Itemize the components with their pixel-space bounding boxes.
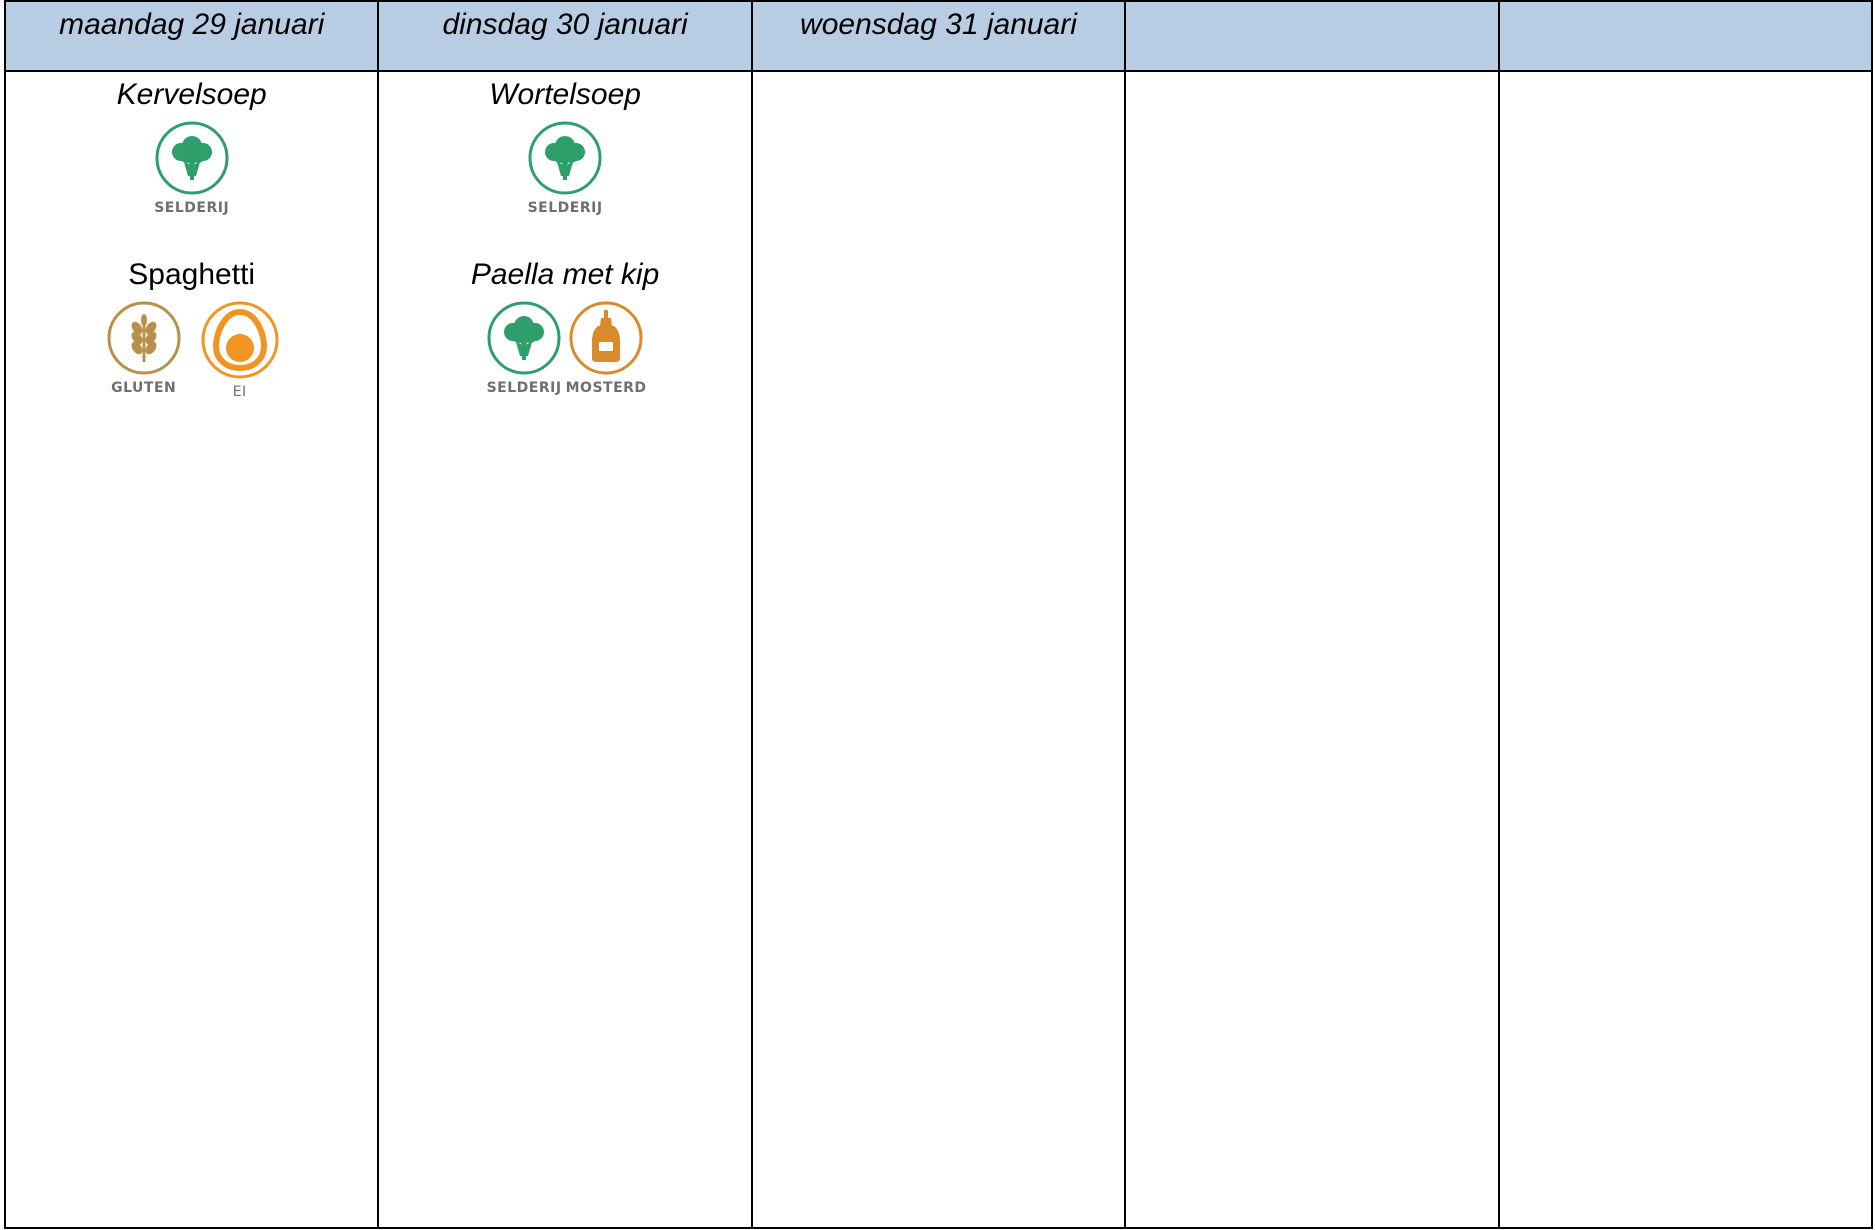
allergen-mustard: MOSTERD — [565, 300, 647, 396]
allergen-celery: SELDERIJ — [154, 120, 230, 216]
day-cell-monday: Kervelsoep SELDERIJ Spaghetti GLUTEN EI — [3, 70, 380, 1229]
soup-dish: Wortelsoep SELDERIJ — [379, 76, 750, 216]
allergen-gluten: GLUTEN — [106, 300, 182, 400]
day-header-wednesday: woensdag 31 januari — [750, 0, 1127, 72]
day-cell-wednesday — [750, 70, 1127, 1229]
main-dish-name: Spaghetti — [128, 258, 256, 291]
allergen-list: SELDERIJ — [6, 120, 377, 216]
mustard-icon — [569, 301, 643, 375]
allergen-label: MOSTERD — [565, 380, 647, 396]
allergen-list: GLUTEN EI — [6, 300, 377, 400]
main-dish-name: Paella met kip — [470, 258, 660, 291]
menu-row: Kervelsoep SELDERIJ Spaghetti GLUTEN EI … — [3, 70, 1874, 1229]
weekly-menu-table: maandag 29 januari dinsdag 30 januari wo… — [3, 0, 1874, 1229]
gluten-icon — [107, 301, 181, 375]
day-cell-tuesday: Wortelsoep SELDERIJ Paella met kip SELDE… — [377, 70, 753, 1229]
egg-icon — [201, 301, 279, 379]
day-header-thursday — [1124, 0, 1500, 72]
header-row: maandag 29 januari dinsdag 30 januari wo… — [3, 0, 1874, 72]
allergen-list: SELDERIJ — [379, 300, 750, 396]
allergen-egg: EI — [201, 300, 279, 400]
soup-name: Kervelsoep — [116, 78, 267, 111]
day-cell-thursday — [1124, 70, 1500, 1229]
allergen-label: SELDERIJ — [527, 200, 603, 216]
allergen-celery: SELDERIJ — [486, 300, 562, 396]
allergen-label: EI — [232, 384, 247, 400]
main-dish: Paella met kip SELDERIJ MOSTERD — [379, 256, 750, 396]
allergen-list: SELDERIJ — [379, 120, 750, 216]
day-header-tuesday: dinsdag 30 januari — [377, 0, 753, 72]
allergen-label: GLUTEN — [111, 380, 177, 396]
day-header-monday: maandag 29 januari — [3, 0, 380, 72]
day-header-friday — [1497, 0, 1874, 72]
celery-icon — [155, 121, 229, 195]
allergen-label: SELDERIJ — [154, 200, 230, 216]
allergen-label: SELDERIJ — [486, 380, 562, 396]
main-dish: Spaghetti GLUTEN EI — [6, 256, 377, 400]
celery-icon — [528, 121, 602, 195]
soup-name: Wortelsoep — [489, 78, 641, 111]
soup-dish: Kervelsoep SELDERIJ — [6, 76, 377, 216]
celery-icon — [487, 301, 561, 375]
allergen-celery: SELDERIJ — [527, 120, 603, 216]
day-cell-friday — [1497, 70, 1874, 1229]
